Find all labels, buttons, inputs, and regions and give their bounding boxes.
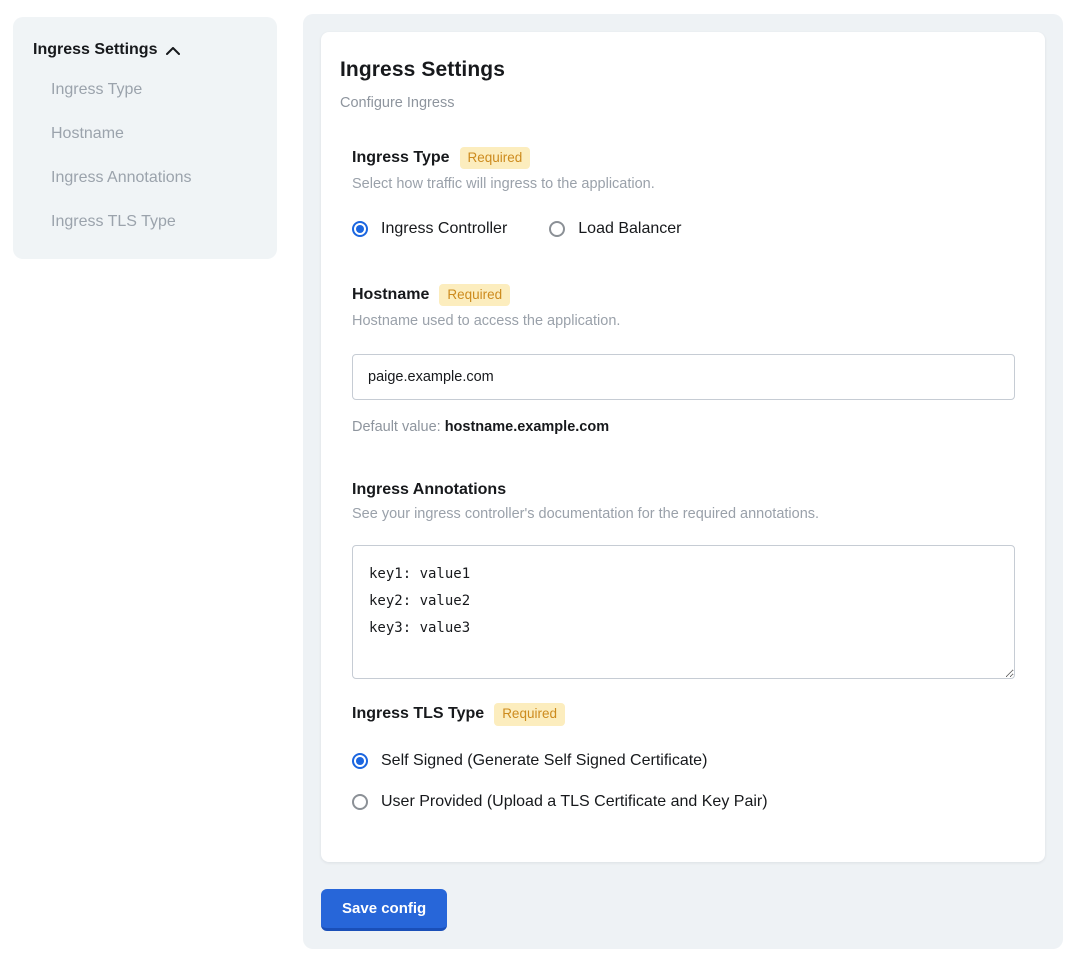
ingress-type-help: Select how traffic will ingress to the a…	[352, 176, 1015, 192]
sidebar-group-label: Ingress Settings	[33, 41, 157, 59]
settings-sidebar: Ingress Settings Ingress Type Hostname I…	[13, 17, 277, 259]
sidebar-item-ingress-tls-type[interactable]: Ingress TLS Type	[51, 213, 257, 231]
radio-ingress-controller[interactable]: Ingress Controller	[352, 220, 507, 238]
ingress-annotations-textarea[interactable]: key1: value1 key2: value2 key3: value3	[352, 545, 1015, 679]
chevron-up-icon	[166, 47, 180, 55]
ingress-settings-card: Ingress Settings Configure Ingress Ingre…	[321, 32, 1045, 862]
radio-label: Load Balancer	[578, 220, 681, 238]
sidebar-items: Ingress Type Hostname Ingress Annotation…	[51, 81, 257, 231]
hostname-input[interactable]	[352, 354, 1015, 400]
ingress-type-label: Ingress Type	[352, 149, 450, 167]
ingress-annotations-help: See your ingress controller's documentat…	[352, 506, 1015, 522]
radio-icon	[352, 221, 368, 237]
default-value-label: Default value:	[352, 419, 441, 435]
section-hostname: Hostname Required Hostname used to acces…	[352, 284, 1015, 435]
radio-icon	[352, 794, 368, 810]
radio-label: Self Signed (Generate Self Signed Certif…	[381, 752, 707, 770]
ingress-annotations-label: Ingress Annotations	[352, 481, 506, 499]
radio-icon	[352, 753, 368, 769]
hostname-default-line: Default value: hostname.example.com	[352, 419, 1015, 435]
section-ingress-tls-type: Ingress TLS Type Required Self Signed (G…	[352, 703, 1015, 810]
hostname-help: Hostname used to access the application.	[352, 313, 1015, 329]
radio-user-provided[interactable]: User Provided (Upload a TLS Certificate …	[352, 793, 1015, 811]
section-ingress-annotations: Ingress Annotations See your ingress con…	[352, 481, 1015, 679]
sidebar-group-ingress-settings[interactable]: Ingress Settings	[33, 41, 257, 59]
radio-label: User Provided (Upload a TLS Certificate …	[381, 793, 768, 811]
required-badge: Required	[439, 284, 510, 306]
radio-icon	[549, 221, 565, 237]
sidebar-item-hostname[interactable]: Hostname	[51, 125, 257, 143]
hostname-label: Hostname	[352, 286, 429, 304]
ingress-tls-radio-group: Self Signed (Generate Self Signed Certif…	[352, 752, 1015, 811]
required-badge: Required	[460, 147, 531, 169]
radio-self-signed[interactable]: Self Signed (Generate Self Signed Certif…	[352, 752, 1015, 770]
radio-label: Ingress Controller	[381, 220, 507, 238]
main-panel: Ingress Settings Configure Ingress Ingre…	[303, 14, 1063, 949]
save-config-button[interactable]: Save config	[321, 889, 447, 931]
sidebar-item-ingress-annotations[interactable]: Ingress Annotations	[51, 169, 257, 187]
page-subtitle: Configure Ingress	[340, 95, 1015, 111]
page-title: Ingress Settings	[340, 58, 1015, 82]
default-value-text: hostname.example.com	[445, 419, 609, 435]
radio-load-balancer[interactable]: Load Balancer	[549, 220, 681, 238]
ingress-type-radio-group: Ingress Controller Load Balancer	[352, 220, 1015, 238]
ingress-tls-type-label: Ingress TLS Type	[352, 705, 484, 723]
sidebar-item-ingress-type[interactable]: Ingress Type	[51, 81, 257, 99]
page: Ingress Settings Ingress Type Hostname I…	[0, 0, 1090, 971]
section-ingress-type: Ingress Type Required Select how traffic…	[352, 147, 1015, 238]
required-badge: Required	[494, 703, 565, 725]
